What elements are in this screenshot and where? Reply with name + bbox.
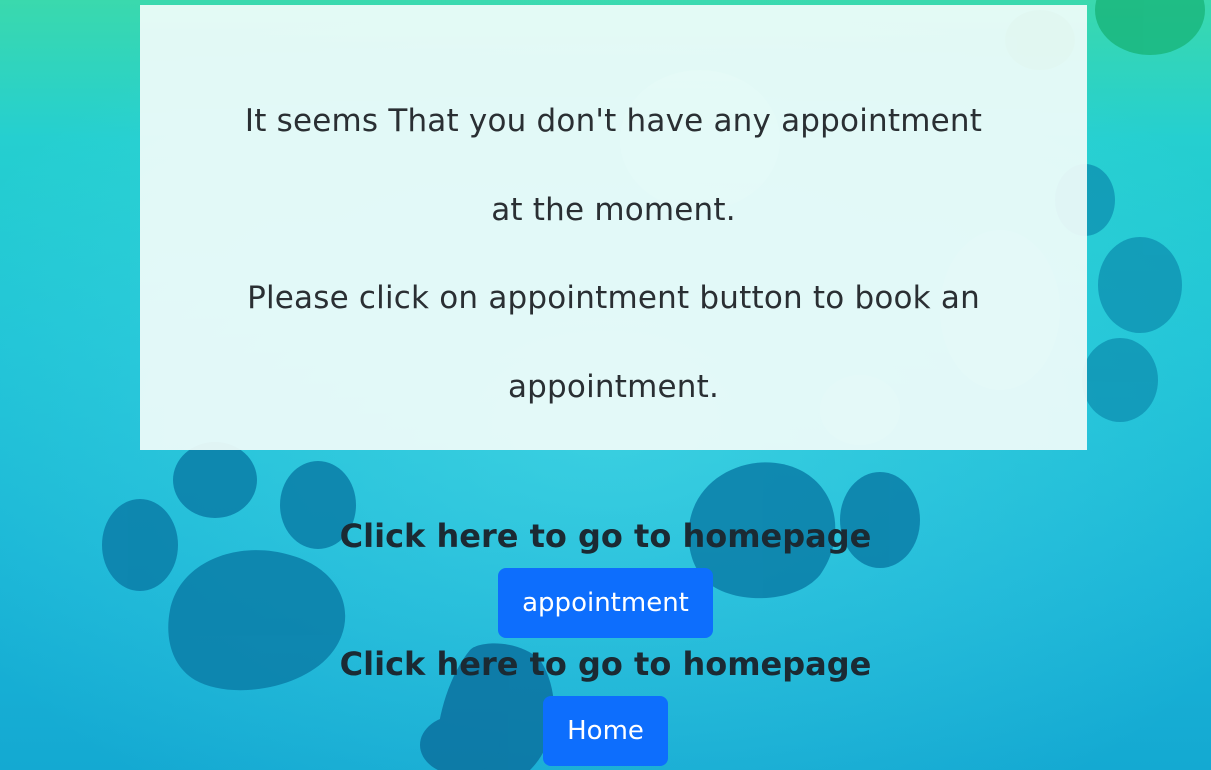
homepage-link-heading-1: Click here to go to homepage [339,517,872,555]
message-line-1: It seems That you don't have any appoint… [244,103,983,139]
message-line-2: at the moment. [491,191,736,228]
actions-section: Click here to go to homepage appointment… [0,512,1211,766]
no-appointment-message-panel: It seems That you don't have any appoint… [140,5,1087,450]
message-line-3: Please click on appointment button to bo… [247,280,980,316]
homepage-link-heading-2: Click here to go to homepage [339,645,872,683]
message-line-4: appointment. [507,368,720,405]
home-button[interactable]: Home [543,696,668,766]
appointment-button[interactable]: appointment [498,568,713,638]
